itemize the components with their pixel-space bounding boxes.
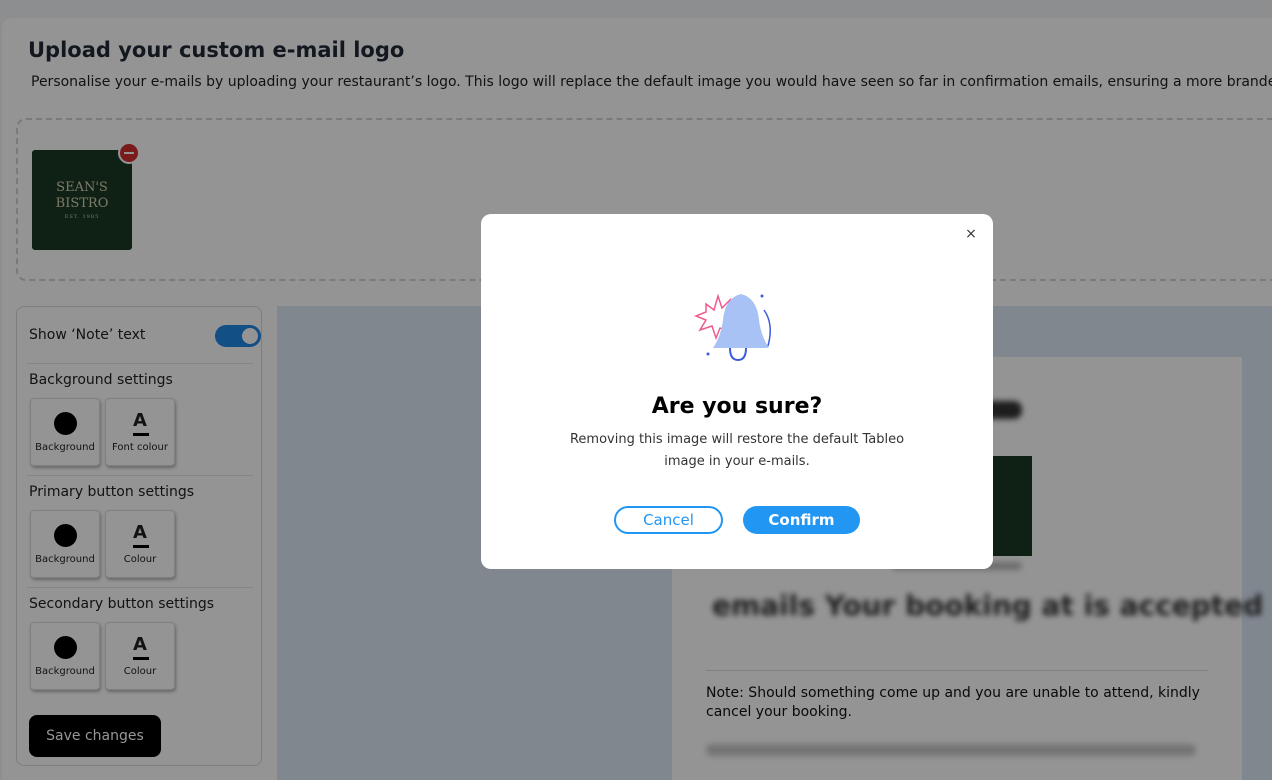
- confirm-button[interactable]: Confirm: [743, 506, 860, 534]
- confirm-remove-dialog: × Are you sure? Removing this image will…: [481, 214, 993, 569]
- close-icon[interactable]: ×: [963, 226, 979, 242]
- modal-title: Are you sure?: [651, 394, 823, 419]
- modal-message: Removing this image will restore the def…: [569, 432, 905, 469]
- cancel-button[interactable]: Cancel: [614, 506, 723, 534]
- bell-icon: [693, 290, 771, 362]
